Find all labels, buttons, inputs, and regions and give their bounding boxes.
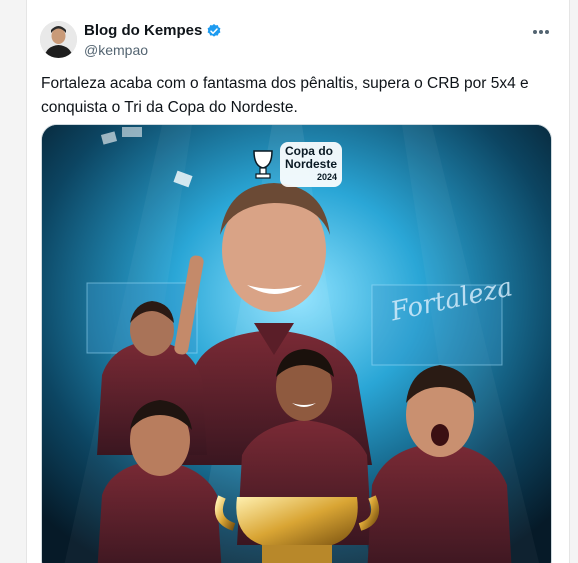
logo-line2: Nordeste <box>284 156 337 171</box>
avatar[interactable] <box>40 21 77 58</box>
more-options-button[interactable] <box>527 20 555 44</box>
media-image <box>42 125 551 563</box>
trophy-icon <box>253 150 273 179</box>
copa-do-nordeste-logo: Copa do Nordeste 2024 <box>250 141 342 187</box>
verified-badge-icon <box>207 23 221 37</box>
tweet-media[interactable]: Copa do Nordeste 2024 Fortaleza <box>41 124 552 563</box>
author-row: Blog do Kempes <box>84 22 222 39</box>
logo-year: 2024 <box>316 171 337 182</box>
author-name[interactable]: Blog do Kempes <box>84 22 202 39</box>
avatar-image <box>40 21 77 58</box>
more-options-icon <box>533 30 549 34</box>
tweet-card[interactable]: Blog do Kempes @kempao Fortaleza acaba c… <box>26 0 570 563</box>
tweet-text: Fortaleza acaba com o fantasma dos pênal… <box>41 75 529 116</box>
logo-line1: Copa do <box>284 143 333 158</box>
logo-text: Copa do Nordeste 2024 <box>279 141 342 187</box>
author-handle[interactable]: @kempao <box>84 42 148 58</box>
